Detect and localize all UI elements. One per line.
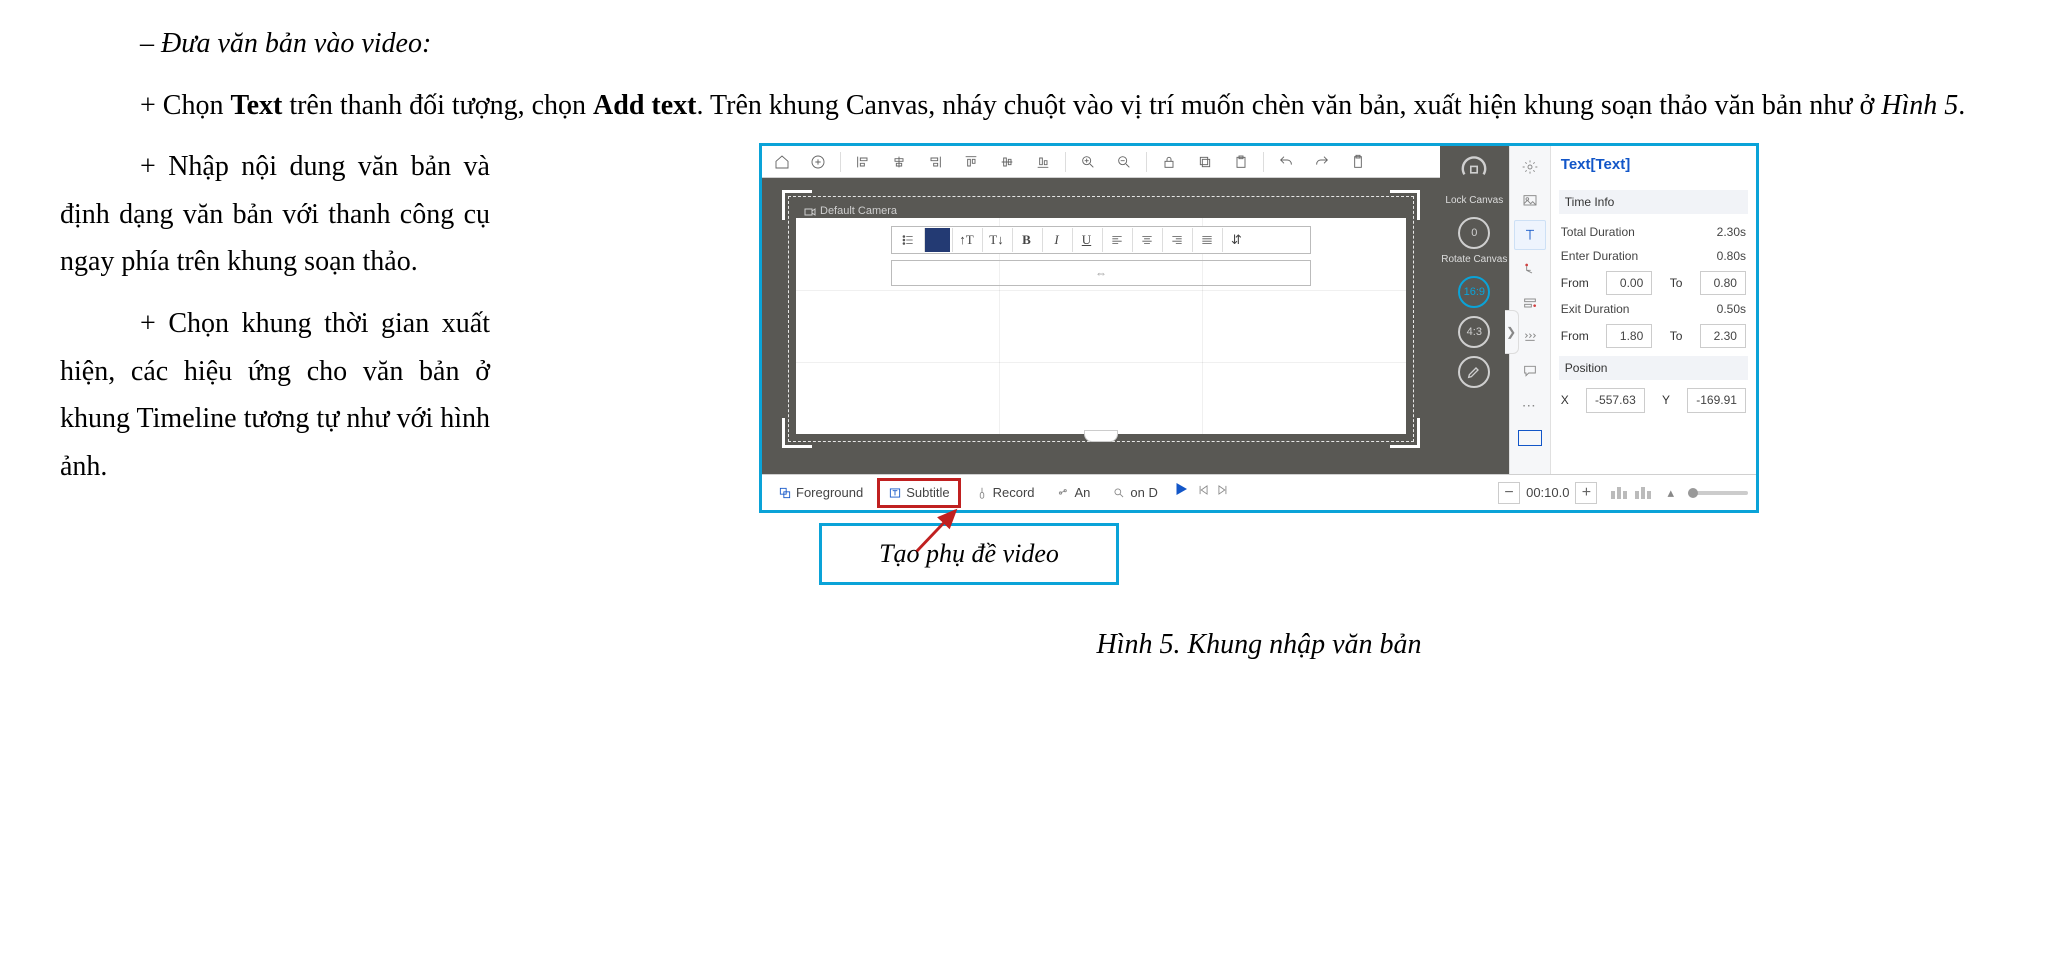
edit-canvas-button[interactable] bbox=[1458, 356, 1490, 388]
home-icon[interactable] bbox=[768, 149, 796, 175]
vertical-align-icon[interactable]: ⇵ bbox=[1222, 228, 1250, 252]
align-left-icon[interactable] bbox=[849, 149, 877, 175]
zoom-out-icon[interactable] bbox=[1110, 149, 1138, 175]
align-right-icon[interactable] bbox=[921, 149, 949, 175]
align-middle-v-icon[interactable] bbox=[993, 149, 1021, 175]
props-title: Text[Text] bbox=[1561, 152, 1746, 182]
enter-from-field[interactable]: 0.00 bbox=[1606, 271, 1652, 295]
properties-panel: Text[Text] Time Info Total Duration2.30s… bbox=[1550, 146, 1756, 474]
tab-animation[interactable]: An bbox=[1049, 479, 1099, 507]
instruction-3: + Chọn khung thời gian xuất hiện, các hi… bbox=[60, 300, 490, 490]
timeline-zoom-indicator[interactable] bbox=[1611, 487, 1651, 499]
undo-icon[interactable] bbox=[1272, 149, 1300, 175]
skip-start-button[interactable] bbox=[1196, 482, 1210, 504]
increase-font-icon[interactable]: ↑T bbox=[952, 228, 980, 252]
heading-intro: – Đưa văn bản vào video: bbox=[60, 20, 1988, 68]
text-input-box[interactable]: ⇔ bbox=[891, 260, 1311, 286]
instruction-2: + Nhập nội dung văn bản và định dạng văn… bbox=[60, 143, 490, 286]
panel-icon-gear[interactable] bbox=[1514, 152, 1546, 182]
panel-icon-animation[interactable] bbox=[1514, 254, 1546, 284]
paste-icon[interactable] bbox=[1227, 149, 1255, 175]
align-center-h-icon[interactable] bbox=[885, 149, 913, 175]
canvas-area[interactable]: Default Camera ↑T T↓ B bbox=[762, 178, 1440, 474]
app-top-toolbar bbox=[762, 146, 1440, 178]
more-icon[interactable]: ⋯ bbox=[1522, 394, 1538, 418]
align-bottom-icon[interactable] bbox=[1029, 149, 1057, 175]
exit-to-field[interactable]: 2.30 bbox=[1700, 324, 1746, 348]
align-center-text-icon[interactable] bbox=[1132, 228, 1160, 252]
panel-expand-handle[interactable]: ❯ bbox=[1505, 310, 1519, 354]
zoom-in-icon[interactable] bbox=[1074, 149, 1102, 175]
rotate-canvas-button[interactable]: 0 Rotate Canvas bbox=[1441, 217, 1507, 268]
pos-x-field[interactable]: -557.63 bbox=[1586, 388, 1645, 412]
figure-caption: Hình 5. Khung nhập văn bản bbox=[759, 621, 1759, 669]
tab-record[interactable]: Record bbox=[967, 479, 1043, 507]
tab-foreground[interactable]: Foreground bbox=[770, 479, 871, 507]
text-color-swatch[interactable] bbox=[924, 228, 950, 252]
section-time-info: Time Info bbox=[1559, 190, 1748, 214]
subtitle-callout: Tạo phụ đề video bbox=[819, 523, 1119, 585]
aspect-16-9-button[interactable]: 16:9 bbox=[1458, 276, 1490, 308]
text-format-toolbar: ↑T T↓ B I U ⇵ bbox=[891, 226, 1311, 254]
panel-icon-image[interactable] bbox=[1514, 186, 1546, 216]
lock-icon[interactable] bbox=[1155, 149, 1183, 175]
align-justify-text-icon[interactable] bbox=[1192, 228, 1220, 252]
align-right-text-icon[interactable] bbox=[1162, 228, 1190, 252]
skip-end-button[interactable] bbox=[1216, 482, 1230, 504]
section-position: Position bbox=[1559, 356, 1748, 380]
time-plus-button[interactable]: + bbox=[1575, 482, 1597, 504]
add-circle-icon[interactable] bbox=[804, 149, 832, 175]
clipboard-icon[interactable] bbox=[1344, 149, 1372, 175]
instruction-1: + Chọn Text trên thanh đối tượng, chọn A… bbox=[60, 82, 1988, 130]
align-top-icon[interactable] bbox=[957, 149, 985, 175]
canvas-expand-handle[interactable] bbox=[1084, 430, 1118, 442]
time-display: 00:10.0 bbox=[1526, 482, 1569, 504]
canvas-side-tools: Lock Canvas 0 Rotate Canvas 16:9 4:3 bbox=[1440, 146, 1509, 474]
italic-button[interactable]: I bbox=[1042, 228, 1070, 252]
volume-slider[interactable] bbox=[1688, 491, 1748, 495]
enter-to-field[interactable]: 0.80 bbox=[1700, 271, 1746, 295]
pos-y-field[interactable]: -169.91 bbox=[1687, 388, 1746, 412]
play-button[interactable] bbox=[1172, 480, 1190, 505]
exit-from-field[interactable]: 1.80 bbox=[1606, 324, 1652, 348]
underline-button[interactable]: U bbox=[1072, 228, 1100, 252]
annotation-arrow bbox=[909, 501, 967, 559]
lock-canvas-button[interactable]: Lock Canvas bbox=[1445, 152, 1503, 209]
figure-5-screenshot: Default Camera ↑T T↓ B bbox=[759, 143, 1759, 513]
bold-button[interactable]: B bbox=[1012, 228, 1040, 252]
redo-icon[interactable] bbox=[1308, 149, 1336, 175]
time-minus-button[interactable]: − bbox=[1498, 482, 1520, 504]
align-left-text-icon[interactable] bbox=[1102, 228, 1130, 252]
panel-icon-text[interactable] bbox=[1514, 220, 1546, 250]
copy-icon[interactable] bbox=[1191, 149, 1219, 175]
panel-icon-chat[interactable] bbox=[1514, 356, 1546, 386]
aspect-4-3-button[interactable]: 4:3 bbox=[1458, 316, 1490, 348]
bullet-list-icon[interactable] bbox=[894, 228, 922, 252]
tab-zoom-area[interactable]: on D bbox=[1104, 479, 1165, 507]
panel-icon-frame[interactable] bbox=[1518, 430, 1542, 446]
decrease-font-icon[interactable]: T↓ bbox=[982, 228, 1010, 252]
